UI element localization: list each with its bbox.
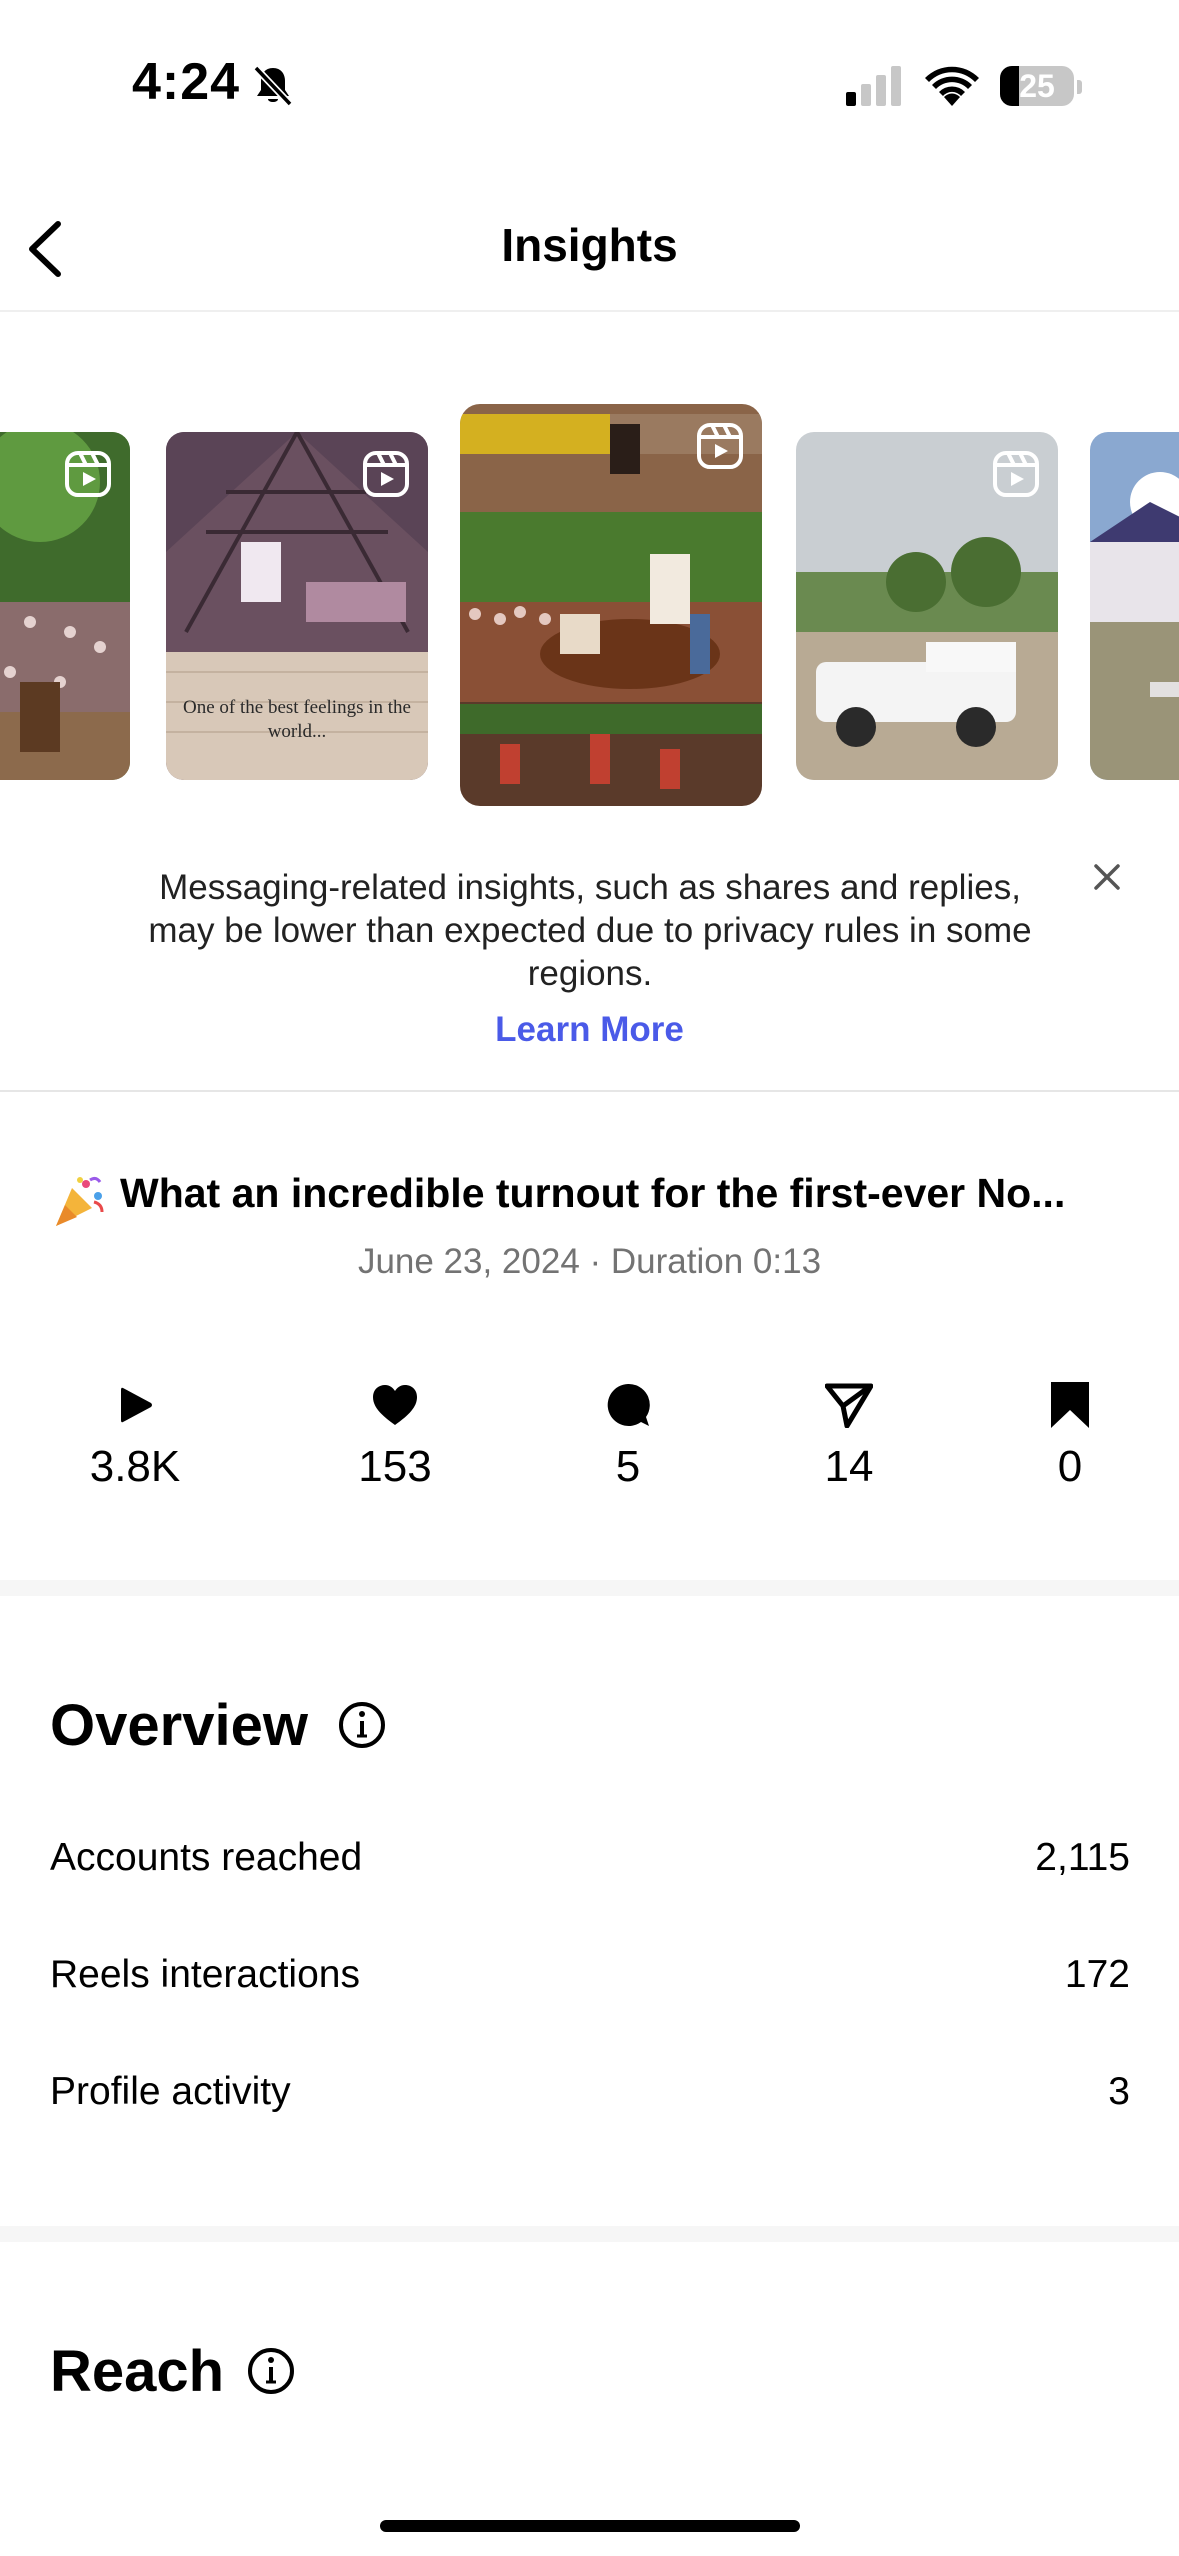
stat-value: 5 (615, 1442, 641, 1491)
metric-label: Profile activity (50, 2070, 291, 2113)
stat-likes: 153 (305, 1370, 485, 1492)
reel-thumbnail[interactable] (1090, 432, 1179, 780)
bookmark-icon (1051, 1382, 1089, 1428)
battery-text: 25 (1019, 68, 1055, 104)
privacy-notice: Messaging-related insights, such as shar… (0, 860, 1179, 1092)
reach-title: Reach (50, 2339, 225, 2404)
overview-title: Overview (50, 1693, 308, 1758)
share-icon (825, 1383, 873, 1428)
post-meta: June 23, 2024 · Duration 0:13 (357, 1242, 822, 1281)
reels-icon (363, 451, 409, 497)
bell-slash-icon (253, 65, 293, 107)
wifi-icon (925, 66, 979, 106)
reels-carousel[interactable]: One of the best feelings in the world... (0, 404, 1179, 810)
metric-value: 172 (1064, 1953, 1130, 1996)
learn-more-link[interactable]: Learn More (0, 1010, 1179, 1050)
status-bar: 4:24 25 (0, 0, 1179, 150)
stat-comments: 5 (538, 1370, 718, 1492)
page-title: Insights (501, 219, 678, 271)
nav-bar: Insights (0, 190, 1179, 312)
play-icon (121, 1387, 152, 1423)
battery-icon: 25 (1000, 66, 1074, 106)
metric-value: 2,115 (1035, 1836, 1130, 1879)
post-title: What an incredible turnout for the first… (120, 1170, 1066, 1216)
home-indicator[interactable] (380, 2520, 800, 2532)
metric-label: Accounts reached (50, 1836, 363, 1879)
reel-caption: One of the best feelings in the world... (183, 697, 411, 742)
reel-thumbnail-selected[interactable] (460, 404, 762, 806)
status-time: 4:24 (132, 53, 241, 111)
metric-row[interactable]: Profile activity 3 (50, 2070, 1130, 2130)
reel-thumbnail-image (1090, 432, 1179, 780)
comment-icon (607, 1383, 650, 1426)
stat-value: 153 (358, 1442, 432, 1491)
reel-thumbnail[interactable] (0, 432, 130, 780)
metric-value: 3 (1108, 2070, 1130, 2113)
stat-value: 0 (1057, 1442, 1083, 1491)
battery-tip (1077, 80, 1082, 94)
reels-icon (697, 423, 743, 469)
reels-icon (65, 451, 111, 497)
signal-icon (846, 66, 901, 106)
engagement-stats: 3.8K 153 5 14 0 (0, 1370, 1179, 1510)
stat-plays: 3.8K (45, 1370, 225, 1492)
party-popper-icon (50, 1174, 106, 1235)
close-icon[interactable] (1090, 860, 1124, 894)
metric-row[interactable]: Reels interactions 172 (50, 1953, 1130, 2013)
section-divider (0, 2226, 1179, 2242)
reel-thumbnail[interactable]: One of the best feelings in the world... (166, 432, 428, 780)
metric-row[interactable]: Accounts reached 2,115 (50, 1836, 1130, 1896)
section-divider (0, 1580, 1179, 1596)
metric-label: Reels interactions (50, 1953, 360, 1996)
reels-icon (993, 451, 1039, 497)
stat-value: 14 (824, 1442, 874, 1491)
stat-saves: 0 (980, 1370, 1160, 1492)
heart-icon (373, 1385, 417, 1425)
info-icon[interactable] (246, 2346, 296, 2396)
stat-value: 3.8K (89, 1442, 181, 1491)
notice-text: Messaging-related insights, such as shar… (148, 868, 1032, 993)
info-icon[interactable] (337, 1700, 387, 1750)
reel-thumbnail[interactable] (796, 432, 1058, 780)
stat-shares: 14 (759, 1370, 939, 1492)
